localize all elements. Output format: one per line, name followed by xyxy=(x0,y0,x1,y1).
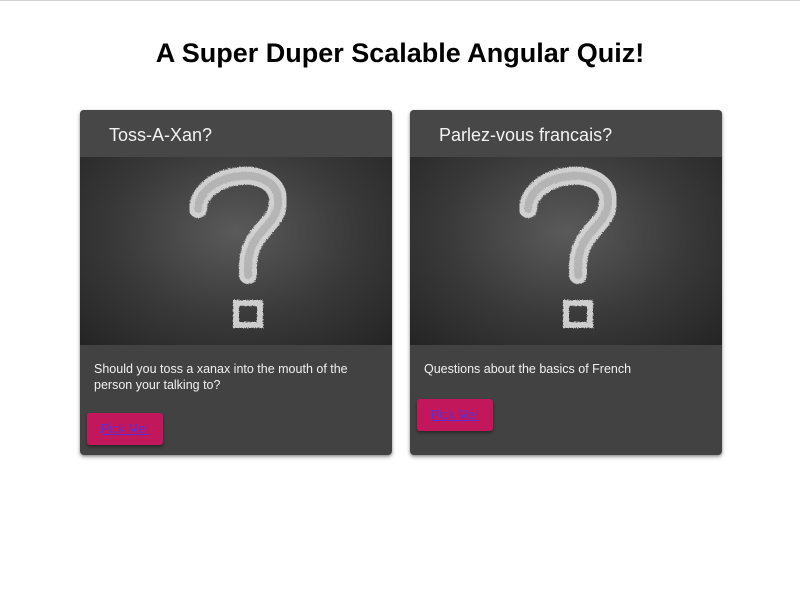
quiz-card-parlez-vous-francais: Parlez-vous francais? Questions about th… xyxy=(410,110,722,455)
page-title: A Super Duper Scalable Angular Quiz! xyxy=(155,38,645,68)
quiz-card-title: Parlez-vous francais? xyxy=(410,110,722,157)
pick-me-button[interactable]: Pick Me! xyxy=(87,413,163,445)
quiz-card-title: Toss-A-Xan? xyxy=(80,110,392,157)
quiz-card-description: Questions about the basics of French xyxy=(424,362,632,376)
top-divider xyxy=(0,0,800,1)
quiz-card-toss-a-xan: Toss-A-Xan? Should you toss a xanax into… xyxy=(80,110,392,455)
question-mark-chalk-icon xyxy=(410,157,722,345)
pick-me-button[interactable]: Pick Me! xyxy=(417,399,493,431)
question-mark-chalk-icon xyxy=(80,157,392,345)
quiz-card-description: Should you toss a xanax into the mouth o… xyxy=(94,362,348,392)
